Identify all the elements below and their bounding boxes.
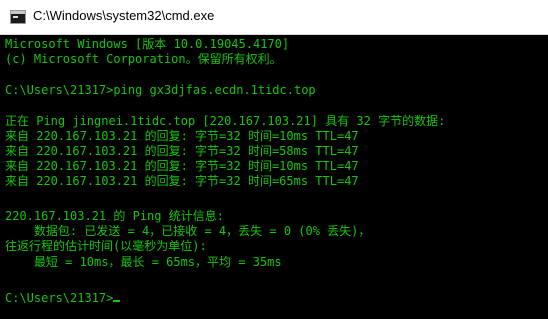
- console-icon: [10, 10, 26, 24]
- console-line: (c) Microsoft Corporation。保留所有权利。: [5, 52, 282, 66]
- prompt-line[interactable]: C:\Users\21317>: [5, 291, 121, 306]
- console-line: 220.167.103.21 的 Ping 统计信息:: [5, 209, 224, 223]
- title-bar[interactable]: C:\Windows\system32\cmd.exe: [0, 0, 548, 35]
- console-line: 来自 220.167.103.21 的回复: 字节=32 时间=58ms TTL…: [5, 144, 359, 158]
- console-line: 来自 220.167.103.21 的回复: 字节=32 时间=65ms TTL…: [5, 174, 359, 188]
- console-output[interactable]: Microsoft Windows [版本 10.0.19045.4170] (…: [0, 35, 548, 319]
- console-line: 往返行程的估计时间(以毫秒为单位):: [5, 239, 207, 253]
- console-line: 来自 220.167.103.21 的回复: 字节=32 时间=10ms TTL…: [5, 129, 359, 143]
- cmd-window: C:\Windows\system32\cmd.exe Microsoft Wi…: [0, 0, 548, 319]
- console-line: 最短 = 10ms，最长 = 65ms，平均 = 35ms: [5, 255, 282, 269]
- console-line: Microsoft Windows [版本 10.0.19045.4170]: [5, 37, 290, 51]
- prompt-text: C:\Users\21317>: [5, 291, 114, 305]
- window-title: C:\Windows\system32\cmd.exe: [33, 8, 215, 23]
- console-line: C:\Users\21317>ping gx3djfas.ecdn.1tidc.…: [5, 83, 316, 97]
- console-line: 来自 220.167.103.21 的回复: 字节=32 时间=10ms TTL…: [5, 159, 359, 173]
- console-line: 数据包: 已发送 = 4，已接收 = 4，丢失 = 0 (0% 丢失)，: [5, 224, 371, 238]
- console-line: 正在 Ping jingnei.1tidc.top [220.167.103.2…: [5, 114, 446, 128]
- text-cursor: [113, 300, 121, 302]
